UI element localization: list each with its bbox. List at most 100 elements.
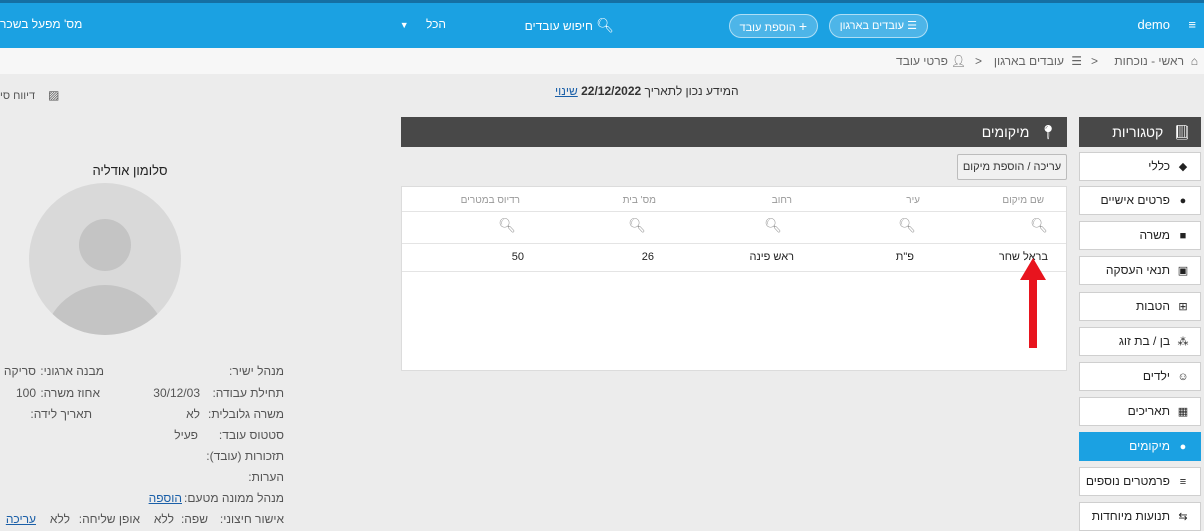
org-structure-value: סריקה	[3, 364, 36, 378]
sidebar-item-label: פרטים אישיים	[1100, 193, 1170, 207]
deputy-add-link[interactable]: הוספה	[149, 491, 182, 505]
add-employee-button[interactable]: + הוספת עובד	[728, 14, 818, 38]
col-header-house-number[interactable]: מס' בית	[623, 195, 656, 206]
chevron-left-icon: <	[1090, 54, 1098, 68]
child-icon: ☺	[1177, 371, 1189, 383]
deputy-manager-label: מנהל ממונה מטעם:	[184, 491, 284, 505]
briefcase-icon: ■	[1179, 230, 1187, 242]
external-approval-label: אישור חיצוני:	[219, 512, 284, 526]
search-icon[interactable]: 🔍︎	[764, 217, 782, 234]
birth-date-label: תאריך לידה:	[30, 407, 92, 421]
avatar	[29, 183, 181, 335]
valid-text: המידע נכון לתאריך	[644, 84, 739, 98]
edit-approval-link[interactable]: עריכה	[6, 512, 36, 526]
sidebar-item-8[interactable]: ● מיקומים	[1079, 432, 1201, 461]
search-icon[interactable]: 🔍︎	[1030, 217, 1048, 234]
breadcrumb-employee-details: פרטי עובד	[896, 54, 948, 68]
start-date-label: תחילת עבודה:	[212, 386, 284, 400]
send-method-label: אופן שליחה:	[78, 512, 140, 526]
sidebar-item-label: הטבות	[1135, 299, 1170, 313]
sidebar-item-label: תאריכים	[1127, 404, 1170, 418]
cell-radius: 50	[511, 251, 524, 263]
col-header-location-name[interactable]: שם מיקום	[1002, 195, 1044, 206]
sidebar-item-label: ילדים	[1142, 369, 1170, 383]
global-position-label: משרה גלובלית:	[208, 407, 284, 421]
global-position-value: לא	[186, 407, 200, 421]
notes-label: הערות:	[248, 470, 284, 484]
pin-icon: 📍︎	[1039, 124, 1057, 140]
position-pct-value: 100	[15, 386, 36, 400]
search-icon[interactable]: 🔍︎	[898, 217, 916, 234]
search-icon: 🔍︎	[596, 17, 614, 33]
col-header-street[interactable]: רחוב	[772, 195, 792, 206]
status-value: פעיל	[174, 428, 198, 442]
info-date: 22/12/2022	[581, 84, 642, 98]
clipboard-icon: ▣	[1177, 265, 1189, 277]
pin-icon: ●	[1179, 441, 1187, 453]
locations-header: 📍︎ מיקומים	[401, 117, 1067, 147]
scope-select[interactable]: הכל ▼	[400, 17, 446, 31]
col-header-radius[interactable]: רדיוס במטרים	[461, 195, 520, 206]
sidebar-item-0[interactable]: ◆ כללי	[1079, 152, 1201, 181]
app-name[interactable]: demo	[1137, 17, 1170, 32]
sidebar-item-10[interactable]: ⇆ תנועות מיוחדות	[1079, 502, 1201, 531]
employees-filter-button[interactable]: ☰ עובדים בארגון	[828, 14, 928, 38]
plus-icon: +	[798, 18, 807, 34]
plus-box-icon: ⊞	[1178, 301, 1188, 313]
caret-down-icon: ▼	[399, 20, 409, 30]
edit-add-location-button[interactable]: עריכה / הוספת מיקום	[957, 154, 1067, 180]
people-icon: ⁂	[1177, 336, 1189, 348]
sidebar-item-label: בן / בת זוג	[1118, 334, 1170, 348]
sidebar-item-label: תנאי העסקה	[1105, 263, 1170, 277]
red-arrow-annotation	[1020, 258, 1046, 348]
chevron-left-icon: <	[974, 54, 982, 68]
employee-name: סלומון אודליה	[92, 163, 168, 178]
menu-icon[interactable]: ≡	[1188, 17, 1196, 32]
sidebar-item-4[interactable]: ⊞ הטבות	[1079, 292, 1201, 321]
sidebar-item-label: מיקומים	[1129, 439, 1170, 453]
breadcrumb-org-employees[interactable]: עובדים בארגון	[994, 54, 1064, 68]
sidebar-item-label: משרה	[1139, 228, 1170, 242]
calendar-icon: ▦	[1177, 406, 1189, 418]
start-date-value: 30/12/03	[153, 386, 200, 400]
sidebar-item-1[interactable]: ● פרטים אישיים	[1079, 186, 1201, 215]
language-value: ללא	[153, 512, 174, 526]
reminders-label: תזכורות (עובד):	[206, 449, 284, 463]
home-icon[interactable]: ⌂	[1191, 54, 1198, 68]
sidebar-item-label: תנועות מיוחדות	[1091, 509, 1170, 523]
breadcrumb-home[interactable]: ראשי - נוכחות	[1114, 54, 1184, 68]
search-icon[interactable]: 🔍︎	[628, 217, 646, 234]
search-icon[interactable]: 🔍︎	[498, 217, 516, 234]
categories-header: 📕︎ קטגוריות	[1079, 117, 1201, 147]
movement-icon: ⇆	[1178, 511, 1188, 523]
book-icon: 📕︎	[1173, 124, 1191, 140]
sidebar-item-6[interactable]: ☺ ילדים	[1079, 362, 1201, 391]
org-structure-label: מבנה ארגוני:	[40, 364, 104, 378]
report-link[interactable]: ▨ דיווח סי	[0, 88, 59, 102]
no-camera-icon: ▨	[48, 88, 60, 102]
change-date-link[interactable]: שינוי	[555, 84, 578, 98]
sidebar-item-label: כללי	[1148, 159, 1170, 173]
sidebar-item-9[interactable]: ≡ פרמטרים נוספים	[1079, 467, 1201, 496]
info-date-line: המידע נכון לתאריך 22/12/2022 שינוי	[545, 84, 739, 98]
sidebar-item-5[interactable]: ⁂ בן / בת זוג	[1079, 327, 1201, 356]
top-navbar: ≡ demo ☰ עובדים בארגון + הוספת עובד 🔍︎ ח…	[0, 0, 1204, 48]
factory-label: מס' מפעל בשכר	[0, 17, 83, 31]
filter-icon: ☰	[907, 20, 917, 32]
layers-icon: ◆	[1178, 161, 1188, 173]
cell-street: ראש פינה	[749, 251, 794, 263]
cell-house-number: 26	[641, 251, 654, 263]
breadcrumb: ⌂ ראשי - נוכחות < ☰ עובדים בארגון < 👤︎ פ…	[0, 48, 1204, 74]
search-employees-button[interactable]: 🔍︎ חיפוש עובדים	[525, 17, 614, 34]
list-plus-icon: ≡	[1179, 476, 1187, 488]
col-header-city[interactable]: עיר	[906, 195, 920, 206]
manager-label: מנהל ישיר:	[229, 364, 284, 378]
cell-city: פ"ת	[895, 251, 914, 263]
sidebar-item-label: פרמטרים נוספים	[1085, 474, 1170, 488]
sidebar-item-7[interactable]: ▦ תאריכים	[1079, 397, 1201, 426]
user-icon: 👤︎	[950, 54, 966, 68]
sidebar-item-3[interactable]: ▣ תנאי העסקה	[1079, 256, 1201, 285]
send-method-value: ללא	[49, 512, 70, 526]
sidebar-item-2[interactable]: ■ משרה	[1079, 221, 1201, 250]
filter-icon: ☰	[1071, 54, 1082, 68]
